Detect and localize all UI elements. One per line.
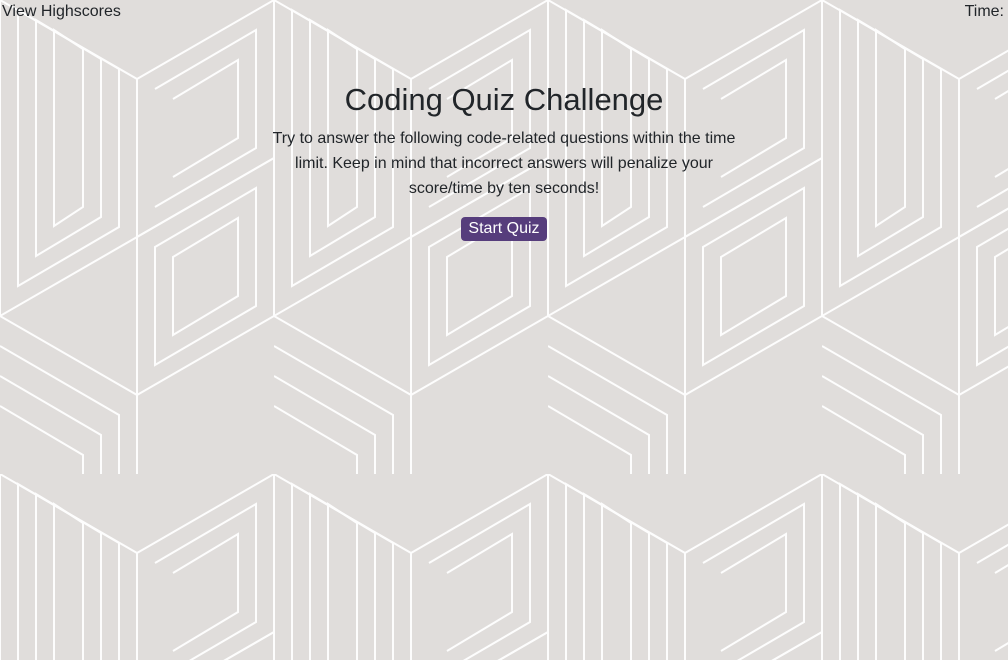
quiz-title: Coding Quiz Challenge [344, 82, 664, 117]
quiz-intro: Coding Quiz Challenge Try to answer the … [0, 80, 1008, 241]
quiz-description: Try to answer the following code-related… [272, 130, 736, 197]
top-bar: View Highscores Time: [0, 0, 1008, 24]
timer: Time: [965, 2, 1004, 22]
timer-label: Time: [964, 3, 1004, 20]
view-highscores-link[interactable]: View Highscores [2, 2, 121, 22]
start-quiz-button[interactable]: Start Quiz [461, 217, 547, 241]
